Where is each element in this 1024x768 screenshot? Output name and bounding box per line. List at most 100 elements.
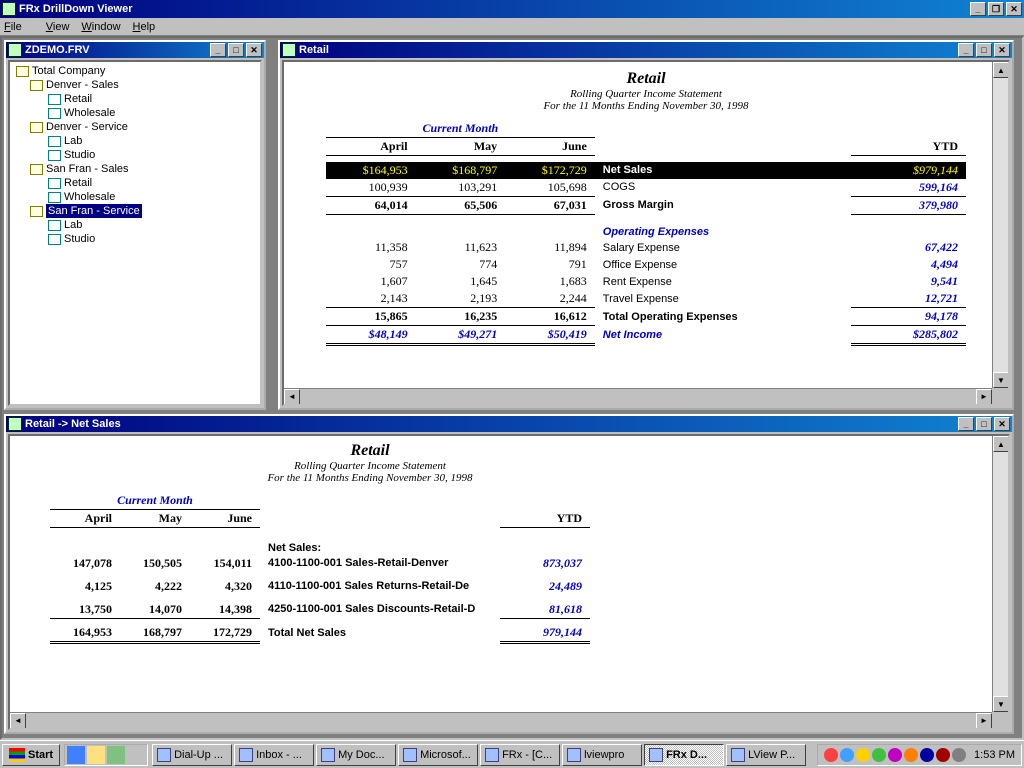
tree-node-root[interactable]: Total Company [12, 64, 258, 78]
drilldown-window: Retail -> Net Sales _ □ ✕ Retail Rolling… [4, 414, 1014, 734]
page-icon [48, 108, 61, 119]
taskbar-item[interactable]: Inbox - ... [234, 744, 314, 766]
tree-node[interactable]: Lab [12, 134, 258, 148]
folder-icon [30, 80, 43, 91]
drill-row-total[interactable]: 164,953168,797172,729Total Net Sales979,… [50, 624, 590, 643]
taskbar-item[interactable]: Dial-Up ... [152, 744, 232, 766]
row-gross-margin[interactable]: 64,014 65,506 67,031 Gross Margin 379,98… [326, 196, 966, 214]
close-button[interactable]: ✕ [1006, 2, 1022, 16]
row-total-opex[interactable]: 15,86516,23516,612Total Operating Expens… [326, 308, 966, 326]
scroll-left-icon[interactable]: ◄ [10, 713, 26, 729]
app-icon [2, 2, 16, 16]
tray-icon[interactable] [936, 748, 950, 762]
tree-node[interactable]: Studio [12, 232, 258, 246]
close-button[interactable]: ✕ [994, 417, 1010, 431]
close-button[interactable]: ✕ [246, 43, 262, 57]
maximize-button[interactable]: □ [976, 43, 992, 57]
close-button[interactable]: ✕ [994, 43, 1010, 57]
drill-row[interactable]: 13,75014,07014,3984250-1100-001 Sales Di… [50, 601, 590, 619]
scroll-left-icon[interactable]: ◄ [284, 389, 300, 405]
tree-node[interactable]: Retail [12, 92, 258, 106]
tree-node[interactable]: Denver - Sales [12, 78, 258, 92]
quicklaunch-icon[interactable] [127, 746, 145, 764]
scroll-down-icon[interactable]: ▼ [993, 372, 1009, 388]
taskbar-item[interactable]: Microsof... [398, 744, 478, 766]
minimize-button[interactable]: _ [970, 2, 986, 16]
tree-node[interactable]: Lab [12, 218, 258, 232]
scroll-right-icon[interactable]: ► [976, 713, 992, 729]
row-cogs[interactable]: 100,939 103,291 105,698 COGS 599,164 [326, 179, 966, 197]
menu-file[interactable]: File [4, 21, 34, 33]
menu-help[interactable]: Help [133, 21, 156, 33]
tray-icon[interactable] [920, 748, 934, 762]
row-net-income[interactable]: $48,149$49,271$50,419Net Income$285,802 [326, 326, 966, 345]
tree-node[interactable]: Studio [12, 148, 258, 162]
vertical-scrollbar[interactable]: ▲▼ [992, 62, 1008, 388]
report-subtitle: Rolling Quarter Income Statement [304, 88, 988, 100]
menu-window[interactable]: Window [81, 21, 120, 33]
tree-node[interactable]: Wholesale [12, 190, 258, 204]
minimize-button[interactable]: _ [958, 43, 974, 57]
tree-node-selected[interactable]: San Fran - Service [12, 204, 258, 218]
drill-row[interactable]: 147,078150,505154,0114100-1100-001 Sales… [50, 555, 590, 572]
taskbar-item[interactable]: My Doc... [316, 744, 396, 766]
windows-flag-icon [9, 748, 25, 762]
horizontal-scrollbar[interactable]: ◄► [10, 712, 992, 728]
tray-icon[interactable] [888, 748, 902, 762]
row-salary[interactable]: 11,35811,62311,894Salary Expense67,422 [326, 239, 966, 256]
drilldown-window-titlebar[interactable]: Retail -> Net Sales _ □ ✕ [6, 416, 1012, 432]
col-may: May [120, 510, 190, 528]
start-button[interactable]: Start [2, 744, 60, 766]
tray-icon[interactable] [904, 748, 918, 762]
row-travel[interactable]: 2,1432,1932,244Travel Expense12,721 [326, 290, 966, 308]
row-rent[interactable]: 1,6071,6451,683Rent Expense9,541 [326, 273, 966, 290]
folder-icon [16, 66, 29, 77]
minimize-button[interactable]: _ [958, 417, 974, 431]
scrollbar-corner [992, 712, 1008, 728]
clock[interactable]: 1:53 PM [974, 749, 1015, 761]
col-ytd: YTD [851, 138, 966, 156]
drilldown-window-title: Retail -> Net Sales [25, 418, 121, 430]
scroll-up-icon[interactable]: ▲ [993, 436, 1009, 452]
tray-icon[interactable] [856, 748, 870, 762]
row-office[interactable]: 757774791Office Expense4,494 [326, 256, 966, 273]
scroll-up-icon[interactable]: ▲ [993, 62, 1009, 78]
scrollbar-corner [992, 388, 1008, 404]
retail-window-titlebar[interactable]: Retail _ □ ✕ [280, 42, 1012, 58]
report-icon [8, 417, 22, 431]
maximize-button[interactable]: □ [976, 417, 992, 431]
minimize-button[interactable]: _ [210, 43, 226, 57]
tree-node[interactable]: Wholesale [12, 106, 258, 120]
quicklaunch-icon[interactable] [107, 746, 125, 764]
system-tray[interactable]: 1:53 PM [817, 744, 1022, 766]
app-icon [321, 748, 335, 762]
tree-node[interactable]: Retail [12, 176, 258, 190]
quicklaunch-icon[interactable] [67, 746, 85, 764]
page-icon [48, 220, 61, 231]
tree-node[interactable]: Denver - Service [12, 120, 258, 134]
scroll-right-icon[interactable]: ► [976, 389, 992, 405]
page-icon [48, 150, 61, 161]
vertical-scrollbar[interactable]: ▲▼ [992, 436, 1008, 712]
report-title: Retail [50, 442, 690, 460]
tree-node[interactable]: San Fran - Sales [12, 162, 258, 176]
taskbar-item[interactable]: FRx - [C... [480, 744, 560, 766]
row-net-sales[interactable]: $164,953 $168,797 $172,729 Net Sales $97… [326, 162, 966, 179]
menu-view[interactable]: View [46, 21, 70, 33]
maximize-button[interactable]: □ [228, 43, 244, 57]
tree-window-titlebar[interactable]: ZDEMO.FRV _ □ ✕ [6, 42, 264, 58]
tray-icon[interactable] [840, 748, 854, 762]
quicklaunch-icon[interactable] [87, 746, 105, 764]
taskbar-item[interactable]: LView P... [726, 744, 806, 766]
drill-row[interactable]: 4,1254,2224,3204110-1100-001 Sales Retur… [50, 578, 590, 595]
horizontal-scrollbar[interactable]: ◄► [284, 388, 992, 404]
tree-view[interactable]: Total Company Denver - Sales Retail Whol… [10, 62, 260, 248]
restore-button[interactable]: ❐ [988, 2, 1004, 16]
tray-icon[interactable] [872, 748, 886, 762]
tray-icon[interactable] [952, 748, 966, 762]
taskbar-item[interactable]: lviewpro [562, 744, 642, 766]
tray-icon[interactable] [824, 748, 838, 762]
scroll-down-icon[interactable]: ▼ [993, 696, 1009, 712]
taskbar-item-active[interactable]: FRx D... [644, 744, 724, 766]
menubar: File View Window Help [0, 18, 1024, 36]
